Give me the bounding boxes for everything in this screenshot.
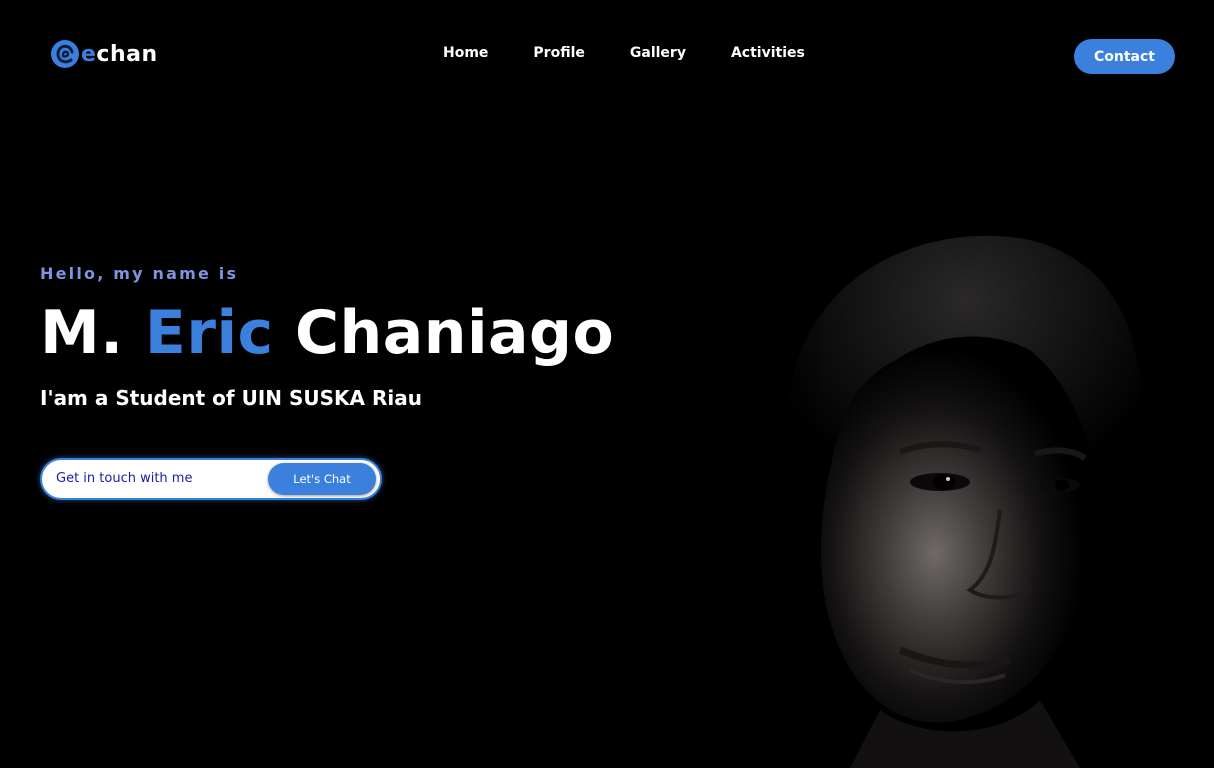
brand-name: echan (81, 42, 158, 67)
contact-cta: Get in touch with me Let's Chat (40, 458, 382, 500)
contact-button[interactable]: Contact (1074, 39, 1175, 74)
portrait-image (700, 180, 1214, 768)
brand-name-rest: chan (96, 41, 158, 67)
brand-name-accent: e (81, 41, 97, 67)
page: echan Home Profile Gallery Activities Co… (0, 0, 1214, 768)
name-last: Chaniago (295, 298, 615, 368)
nav-item-activities[interactable]: Activities (731, 45, 805, 61)
hero-name: M. Eric Chaniago (40, 294, 614, 372)
brand-logo[interactable]: echan (50, 38, 158, 70)
name-first: M. (40, 298, 124, 368)
site-header: echan Home Profile Gallery Activities Co… (0, 0, 1214, 110)
cta-text: Get in touch with me (56, 471, 193, 486)
nav-item-profile[interactable]: Profile (533, 45, 584, 61)
hero-greeting: Hello, my name is (40, 264, 239, 283)
lets-chat-button[interactable]: Let's Chat (268, 463, 376, 495)
nav-item-home[interactable]: Home (443, 45, 488, 61)
portrait-photo (700, 180, 1214, 768)
main-nav: Home Profile Gallery Activities (443, 45, 805, 61)
name-middle: Eric (144, 298, 274, 368)
swirl-icon (51, 40, 79, 68)
nav-item-gallery[interactable]: Gallery (630, 45, 686, 61)
hero-subtitle: I'am a Student of UIN SUSKA Riau (40, 386, 422, 410)
